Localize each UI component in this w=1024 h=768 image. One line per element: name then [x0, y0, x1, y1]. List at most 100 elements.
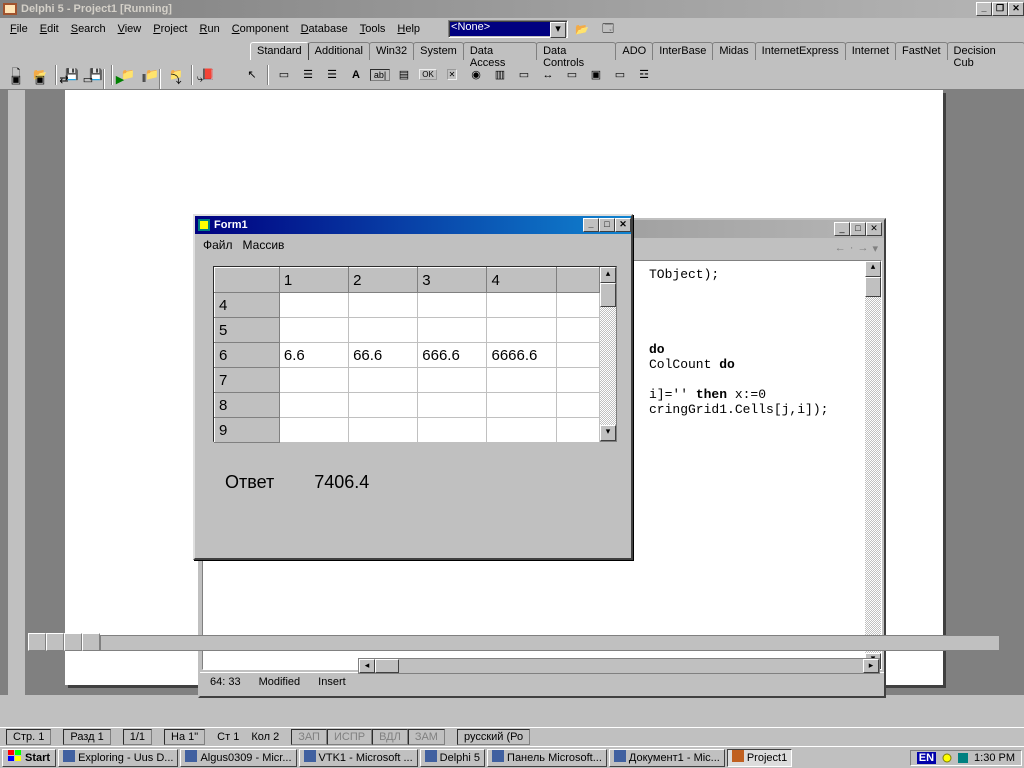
actionlist-icon[interactable]: ☲ [633, 64, 655, 86]
grid-cell[interactable]: 6.6 [279, 343, 348, 368]
word-hscroll[interactable] [100, 635, 1000, 651]
grid-scroll-up-icon[interactable]: ▴ [600, 267, 616, 283]
tab-interbase[interactable]: InterBase [652, 42, 713, 60]
toggle-icon[interactable]: ⇄ [53, 68, 75, 90]
button-icon[interactable]: OK [417, 64, 439, 86]
row-header[interactable]: 9 [215, 418, 280, 443]
row-header[interactable]: 6 [215, 343, 280, 368]
form-menu-массив[interactable]: Массив [243, 238, 285, 252]
taskbar-button[interactable]: Algus0309 - Micr... [180, 749, 296, 767]
vscroll-thumb[interactable] [865, 277, 881, 297]
grid-cell[interactable] [487, 318, 556, 343]
grid-cell[interactable] [418, 393, 487, 418]
radio-icon[interactable]: ◉ [465, 64, 487, 86]
grid-scroll-down-icon[interactable]: ▾ [600, 425, 616, 441]
stepover-icon[interactable]: ⤵ [165, 68, 187, 90]
grid-cell[interactable] [418, 293, 487, 318]
grid-cell[interactable]: 666.6 [418, 343, 487, 368]
taskbar-button[interactable]: Панель Microsoft... [487, 749, 607, 767]
grid-cell[interactable]: 6666.6 [487, 343, 556, 368]
stepin-icon[interactable]: ⤷ [189, 68, 211, 90]
tray-icon-1[interactable] [942, 753, 952, 763]
grid-cell[interactable] [487, 418, 556, 443]
grid-cell[interactable] [279, 293, 348, 318]
menu-file[interactable]: File [4, 21, 34, 37]
memo-icon[interactable]: ▤ [393, 64, 415, 86]
view-unit-icon[interactable]: ▣ [5, 68, 27, 90]
taskbar-button[interactable]: Exploring - Uus D... [58, 749, 178, 767]
row-header[interactable]: 4 [215, 293, 280, 318]
nav-dropdown-icon[interactable]: ▾ [872, 242, 878, 255]
col-header[interactable]: 4 [487, 268, 556, 293]
tab-data-controls[interactable]: Data Controls [536, 42, 616, 60]
code-close-button[interactable]: ✕ [866, 222, 882, 236]
frame-icon[interactable]: ▭ [273, 64, 295, 86]
menu-component[interactable]: Component [226, 21, 295, 37]
edit-icon[interactable]: ab| [369, 64, 391, 86]
hscroll-thumb[interactable] [375, 659, 399, 673]
form-menu-файл[interactable]: Файл [203, 238, 233, 252]
taskbar-button[interactable]: Документ1 - Mic... [609, 749, 725, 767]
project-dropdown[interactable]: <None> [448, 20, 568, 38]
grid-cell[interactable] [349, 368, 418, 393]
listbox-icon[interactable]: ▥ [489, 64, 511, 86]
tab-standard[interactable]: Standard [250, 42, 309, 60]
hscroll-right-icon[interactable]: ▸ [863, 659, 879, 673]
groupbox-icon[interactable]: ▭ [561, 64, 583, 86]
grid-cell[interactable] [487, 368, 556, 393]
checkbox-icon[interactable]: ✕ [441, 64, 463, 86]
tab-decision-cub[interactable]: Decision Cub [947, 42, 1024, 60]
row-header[interactable]: 8 [215, 393, 280, 418]
vscroll-up-icon[interactable]: ▴ [865, 261, 881, 277]
tab-additional[interactable]: Additional [308, 42, 370, 60]
view-form-icon[interactable]: ▣ [29, 68, 51, 90]
tab-fastnet[interactable]: FastNet [895, 42, 948, 60]
outline-view-icon[interactable] [82, 633, 100, 651]
menu-edit[interactable]: Edit [34, 21, 65, 37]
grid-cell[interactable] [418, 318, 487, 343]
taskbar-button[interactable]: Delphi 5 [420, 749, 485, 767]
pause-icon[interactable]: ‖ [133, 68, 155, 90]
grid-cell[interactable] [279, 368, 348, 393]
row-header[interactable]: 7 [215, 368, 280, 393]
run-icon[interactable]: ▶ [109, 68, 131, 90]
menu-tools[interactable]: Tools [354, 21, 392, 37]
menu-search[interactable]: Search [65, 21, 112, 37]
form-maximize-button[interactable]: □ [599, 218, 615, 232]
lang-indicator[interactable]: EN [917, 752, 936, 764]
mainmenu-icon[interactable]: ☰ [297, 64, 319, 86]
grid-cell[interactable] [349, 393, 418, 418]
col-header[interactable]: 3 [418, 268, 487, 293]
menu-project[interactable]: Project [147, 21, 193, 37]
popupmenu-icon[interactable]: ☰ [321, 64, 343, 86]
menu-database[interactable]: Database [295, 21, 354, 37]
grid-cell[interactable] [349, 418, 418, 443]
scrollbar-icon[interactable]: ↔ [537, 64, 559, 86]
code-hscroll[interactable]: ◂ ▸ [358, 658, 880, 674]
close-button[interactable]: ✕ [1008, 2, 1024, 16]
grid-cell[interactable] [487, 393, 556, 418]
stringgrid[interactable]: 12344566.666.6666.66666.6789 ▴ ▾ [213, 266, 617, 442]
taskbar-button[interactable]: VTK1 - Microsoft ... [299, 749, 418, 767]
taskbar-button[interactable]: Project1 [727, 749, 792, 767]
grid-vscroll[interactable]: ▴ ▾ [600, 267, 616, 441]
menu-view[interactable]: View [112, 21, 148, 37]
col-header[interactable]: 2 [349, 268, 418, 293]
grid-cell[interactable] [418, 368, 487, 393]
code-maximize-button[interactable]: □ [850, 222, 866, 236]
tab-internet[interactable]: Internet [845, 42, 896, 60]
tab-system[interactable]: System [413, 42, 464, 60]
row-header[interactable]: 5 [215, 318, 280, 343]
combobox-icon[interactable]: ▭ [513, 64, 535, 86]
nav-back-icon[interactable]: ← [835, 242, 846, 254]
panel-icon[interactable]: ▭ [609, 64, 631, 86]
grid-cell[interactable] [279, 318, 348, 343]
tab-ado[interactable]: ADO [615, 42, 653, 60]
start-button[interactable]: Start [2, 749, 56, 767]
tab-data-access[interactable]: Data Access [463, 42, 537, 60]
form-minimize-button[interactable]: _ [583, 218, 599, 232]
label-icon[interactable]: A [345, 64, 367, 86]
menu-help[interactable]: Help [391, 21, 426, 37]
grid-scroll-thumb[interactable] [600, 283, 616, 307]
web-view-icon[interactable] [46, 633, 64, 651]
